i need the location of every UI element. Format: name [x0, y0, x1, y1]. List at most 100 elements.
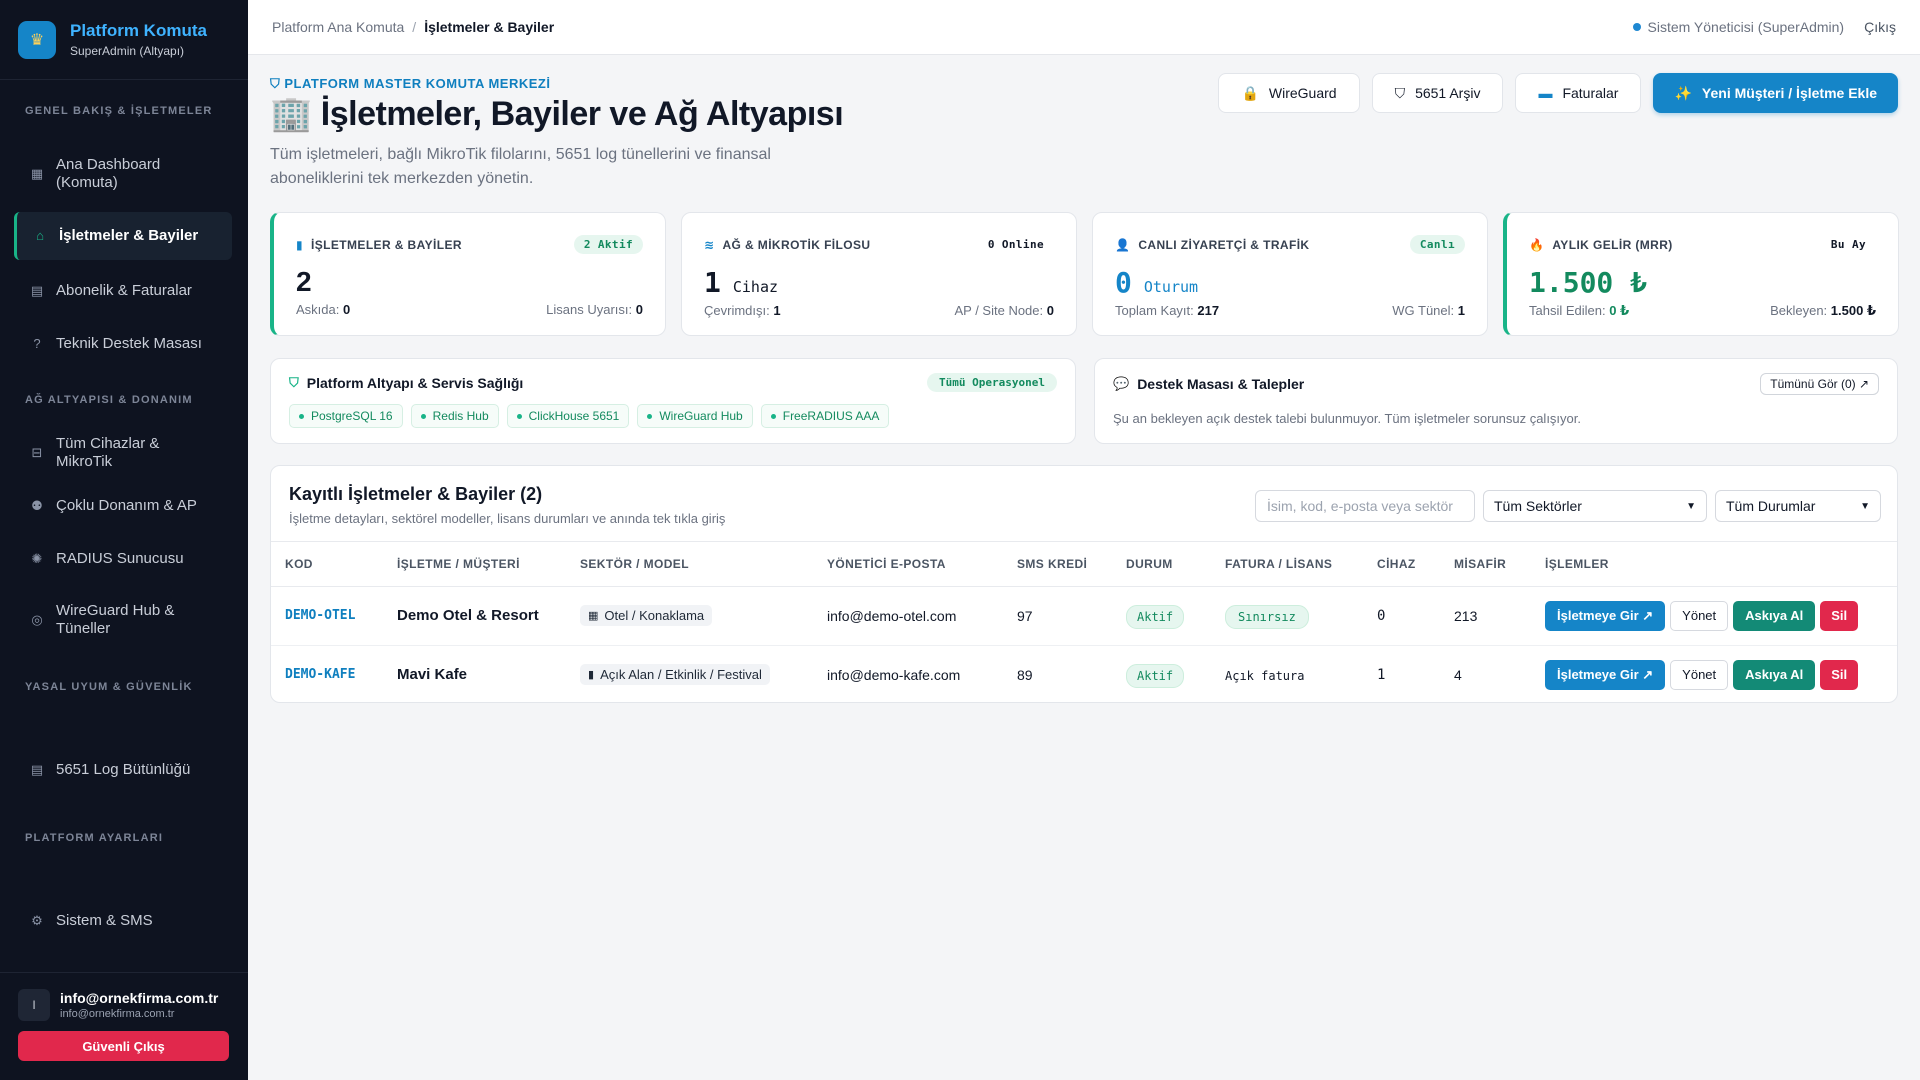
business-code[interactable]: DEMO-KAFE — [271, 645, 383, 704]
sector-filter-select[interactable]: Tüm Sektörler ▼ — [1483, 490, 1707, 522]
sidebar-item-label: Tüm Cihazlar & MikroTik — [56, 435, 160, 470]
breadcrumb-separator: / — [412, 19, 417, 35]
sidebar-item-logs[interactable]: ▤ 5651 Log Bütünlüğü — [14, 754, 232, 786]
archive-5651-button[interactable]: ⛉ 5651 Arşiv — [1371, 73, 1504, 113]
stat-unit: Cihaz — [732, 278, 779, 296]
suspend-button[interactable]: Askıya Al — [1733, 600, 1816, 631]
support-message: Şu an bekleyen açık destek talebi bulunm… — [1113, 411, 1581, 426]
license-badge: Sınırsız — [1225, 604, 1309, 629]
column-header: KOD — [271, 542, 383, 587]
businesses-table-card: Kayıtlı İşletmeler & Bayiler (2) İşletme… — [270, 465, 1898, 703]
nav-section-overview: GENEL BAKIŞ & İŞLETMELER — [25, 105, 213, 117]
page-kicker: ⛉ PLATFORM MASTER KOMUTA MERKEZİ — [270, 76, 551, 91]
card-icon: ▬ — [1538, 85, 1553, 101]
sidebar-item-devices[interactable]: ⊟ Tüm Cihazlar & MikroTik — [14, 435, 232, 470]
search-input[interactable] — [1255, 490, 1475, 522]
device-count: 1 — [1377, 666, 1386, 683]
logout-link[interactable]: Çıkış — [1864, 19, 1896, 35]
stat-card-visitors: 👤 CANLI ZİYARETÇİ & TRAFİK Canlı 0 Oturum… — [1092, 212, 1488, 336]
service-chip: WireGuard Hub — [637, 404, 753, 428]
delete-button[interactable]: Sil — [1820, 659, 1859, 690]
suspend-button[interactable]: Askıya Al — [1733, 659, 1816, 690]
brand[interactable]: ♛ Platform Komuta SuperAdmin (Altyapı) — [0, 0, 248, 80]
wifi-icon: ≋ — [704, 237, 715, 252]
table-row: DEMO-KAFE Mavi Kafe ▮ Açık Alan / Etkinli… — [271, 645, 1897, 704]
sidebar-item-label: İşletmeler & Bayiler — [59, 227, 199, 244]
column-header: MİSAFİR — [1440, 542, 1531, 587]
secure-logout-button[interactable]: Güvenli Çıkış — [18, 1031, 229, 1061]
status-badge: 0 Online — [987, 238, 1044, 251]
status-filter-select[interactable]: Tüm Durumlar ▼ — [1715, 490, 1881, 522]
building-icon: ▦ — [588, 610, 599, 622]
sidebar-item-hardware[interactable]: ⚉ Çoklu Donanım & AP — [14, 490, 232, 522]
header-actions: 🔒 WireGuard ⛉ 5651 Arşiv ▬ Faturalar ✨ Y… — [1218, 73, 1898, 113]
sidebar-item-wireguard[interactable]: ◎ WireGuard Hub & Tüneller — [14, 596, 232, 644]
column-header: CİHAZ — [1363, 542, 1440, 587]
admin-email: info@demo-kafe.com — [827, 666, 961, 683]
sidebar-item-dashboard[interactable]: ▦ Ana Dashboard (Komuta) — [14, 150, 232, 198]
building-icon: 🏢 — [270, 95, 312, 133]
stat-card-revenue: 🔥 AYLIK GELİR (MRR) Bu Ay 1.500 ₺ Tahsil… — [1503, 212, 1899, 336]
building-icon: ▮ — [588, 669, 595, 682]
manage-button[interactable]: Yönet — [1670, 600, 1729, 631]
business-code[interactable]: DEMO-OTEL — [271, 586, 383, 646]
delete-button[interactable]: Sil — [1820, 600, 1859, 631]
sidebar-item-businesses[interactable]: ⌂ İşletmeler & Bayiler — [14, 212, 232, 260]
user-box: I info@ornekfirma.com.tr info@ornekfirma… — [0, 972, 248, 1080]
router-icon: ⊟ — [31, 445, 43, 460]
status-dot-icon — [1632, 23, 1641, 31]
manage-button[interactable]: Yönet — [1670, 659, 1729, 690]
sidebar-item-subscriptions[interactable]: ▤ Abonelik & Faturalar — [14, 275, 232, 307]
column-header: İŞLEMLER — [1531, 542, 1897, 587]
sidebar-item-label: Ana Dashboard (Komuta) — [56, 156, 161, 191]
brand-subtitle: SuperAdmin (Altyapı) — [70, 44, 185, 58]
infra-status-badge: Tümü Operasyonel — [927, 373, 1057, 392]
breadcrumb-current: İşletmeler & Bayiler — [424, 19, 555, 35]
stat-value: 1.500 ₺ — [1529, 266, 1648, 299]
sidebar-item-label: Çoklu Donanım & AP — [56, 497, 197, 514]
grid-icon: ▦ — [30, 166, 44, 181]
sidebar-item-label: 5651 Log Bütünlüğü — [56, 761, 191, 778]
enter-business-button[interactable]: İşletmeye Gir ↗ — [1545, 659, 1666, 690]
column-header: SEKTÖR / MODEL — [566, 542, 813, 587]
users-icon: 👤 — [1115, 237, 1131, 252]
help-icon: ? — [33, 336, 41, 351]
column-header: YÖNETİCİ E-POSTA — [813, 542, 1003, 587]
sidebar-item-label: Abonelik & Faturalar — [56, 282, 192, 299]
infra-title: Platform Altyapı & Servis Sağlığı — [306, 374, 524, 391]
sidebar-item-system[interactable]: ⚙ Sistem & SMS — [14, 905, 232, 937]
topbar: Platform Ana Komuta / İşletmeler & Bayil… — [248, 0, 1920, 55]
wireguard-button[interactable]: 🔒 WireGuard — [1218, 73, 1360, 113]
add-customer-button[interactable]: ✨ Yeni Müşteri / İşletme Ekle — [1653, 73, 1898, 113]
support-card: 💬 Destek Masası & Talepler Tümünü Gör (0… — [1094, 358, 1898, 444]
sidebar-item-support[interactable]: ? Teknik Destek Masası — [14, 328, 232, 360]
infra-health-card: ⛉ Platform Altyapı & Servis Sağlığı Tümü… — [270, 358, 1076, 444]
shield-icon: ◎ — [31, 612, 43, 627]
status-badge: 2 Aktif — [573, 235, 643, 254]
table-row: DEMO-OTEL Demo Otel & Resort ▦ Otel / Kon… — [271, 586, 1897, 646]
breadcrumb-root[interactable]: Platform Ana Komuta — [272, 19, 404, 35]
status-dot-icon — [647, 413, 653, 419]
enter-business-button[interactable]: İşletmeye Gir ↗ — [1545, 600, 1666, 631]
crown-icon: ♛ — [18, 20, 56, 59]
license-text: Açık fatura — [1225, 668, 1305, 683]
sector-badge: ▦ Otel / Konaklama — [580, 605, 713, 626]
column-header: FATURA / LİSANS — [1211, 542, 1363, 587]
sidebar-item-radius[interactable]: ✺ RADIUS Sunucusu — [14, 543, 232, 575]
service-chip: FreeRADIUS AAA — [760, 404, 890, 428]
sidebar-item-label: WireGuard Hub & Tüneller — [56, 602, 175, 637]
page-description: Tüm işletmeleri, bağlı MikroTik filoları… — [270, 146, 771, 187]
column-header: İŞLETME / MÜŞTERİ — [383, 542, 566, 587]
document-icon: ▤ — [30, 283, 44, 298]
view-all-tickets-button[interactable]: Tümünü Gör (0) ↗ — [1760, 373, 1879, 395]
stat-value: 2 — [296, 266, 312, 297]
business-name: Demo Otel & Resort — [383, 586, 566, 646]
status-dot-icon — [420, 413, 426, 419]
invoices-button[interactable]: ▬ Faturalar — [1515, 73, 1642, 113]
businesses-table: KOD İŞLETME / MÜŞTERİ SEKTÖR / MODEL YÖN… — [271, 542, 1897, 704]
radius-icon: ✺ — [31, 551, 43, 566]
shield-icon: ⛉ — [270, 76, 281, 91]
gear-icon: ⚙ — [31, 913, 43, 928]
service-chip: ClickHouse 5651 — [506, 404, 630, 428]
status-dot-icon — [770, 413, 776, 419]
